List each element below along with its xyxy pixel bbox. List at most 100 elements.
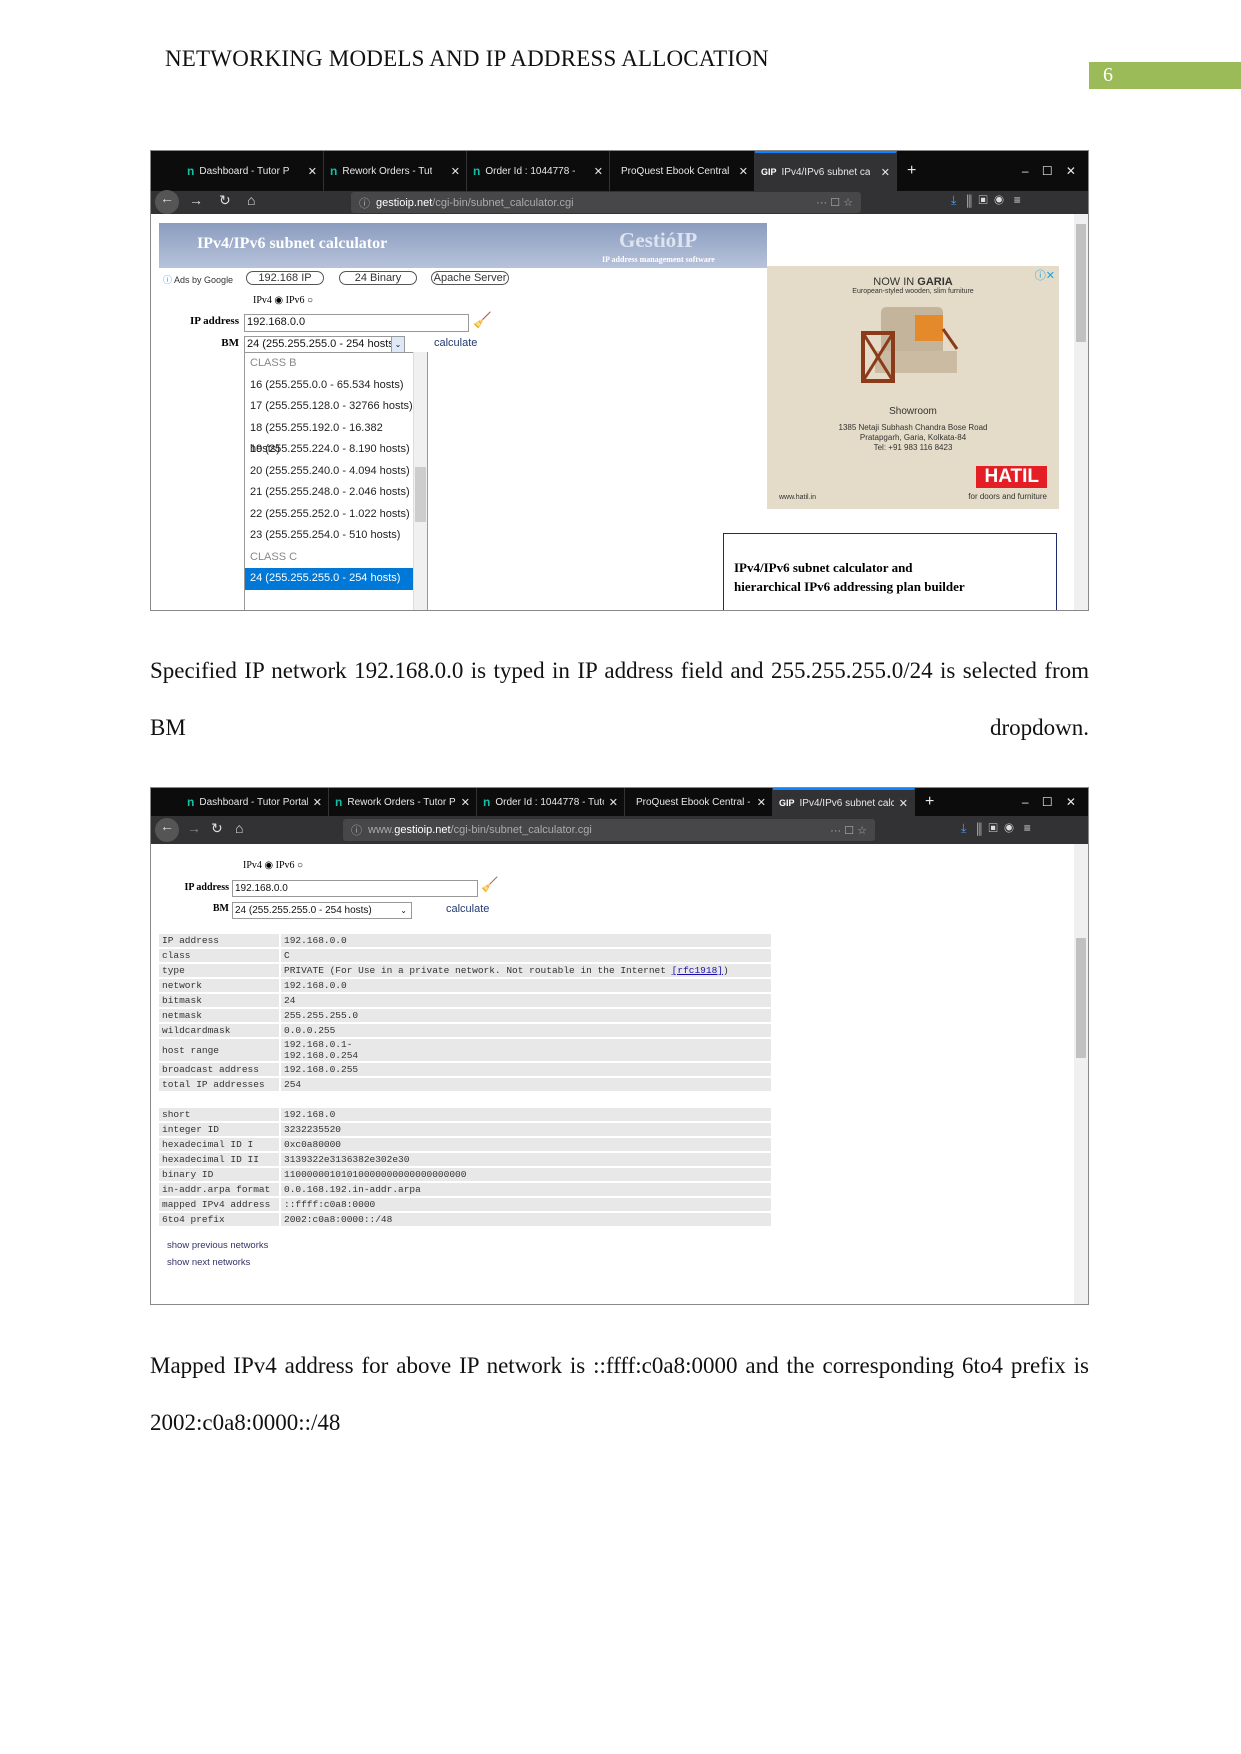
dropdown-option[interactable]: 17 (255.255.128.0 - 32766 hosts) xyxy=(245,396,414,418)
bm-select[interactable]: 24 (255.255.255.0 - 254 hosts) ⌄ xyxy=(244,336,405,353)
dropdown-option[interactable]: CLASS C xyxy=(245,547,414,569)
table-row: 6to4 prefix 2002:c0a8:0000::/48 xyxy=(159,1213,771,1226)
browser-tab[interactable]: n Dashboard - Tutor Portal ✕ xyxy=(181,788,329,816)
close-tab-icon[interactable]: ✕ xyxy=(609,796,618,809)
close-tab-icon[interactable]: ✕ xyxy=(451,165,460,178)
page-scrollbar[interactable] xyxy=(1074,214,1088,610)
forward-icon[interactable]: → xyxy=(189,192,203,208)
dropdown-option[interactable]: 18 (255.255.192.0 - 16.382 hosts) xyxy=(245,418,414,456)
ip-address-input[interactable]: 192.168.0.0 xyxy=(232,880,478,897)
toolbar-icons[interactable]: ⤓ ⫼ ▣ ◉ ≡ xyxy=(961,821,1031,836)
more-icon[interactable]: ··· ☐ ☆ xyxy=(830,824,867,837)
back-icon[interactable]: ← xyxy=(155,190,179,214)
advertisement[interactable]: ⓘ✕ NOW IN GARIA European-styled wooden, … xyxy=(767,266,1059,509)
reload-icon[interactable]: ↻ xyxy=(211,820,223,837)
table-row: type PRIVATE (For Use in a private networ… xyxy=(159,964,771,977)
tab-label: Order Id : 1044778 - xyxy=(485,165,576,177)
browser-tab[interactable]: n Order Id : 1044778 - Tuto ✕ xyxy=(477,788,625,816)
ip-version-radios: IPv4 ◉ IPv6 ○ xyxy=(253,295,314,306)
browser-tab[interactable]: n Rework Orders - Tut ✕ xyxy=(324,151,467,191)
tab-label: Rework Orders - Tut xyxy=(342,165,433,177)
tab-label: IPv4/IPv6 subnet calcul xyxy=(799,797,894,809)
ipv4-radio[interactable]: ◉ xyxy=(274,295,283,306)
home-icon[interactable]: ⌂ xyxy=(235,820,243,836)
new-tab-icon[interactable]: + xyxy=(907,162,916,180)
dropdown-option[interactable]: 20 (255.255.240.0 - 4.094 hosts) xyxy=(245,461,414,483)
new-tab-icon[interactable]: + xyxy=(925,793,934,811)
url-path: /cgi-bin/subnet_calculator.cgi xyxy=(432,196,574,209)
ad-link[interactable]: Apache Server xyxy=(431,271,509,285)
clear-broom-icon[interactable]: 🧹 xyxy=(473,311,492,330)
calculate-button[interactable]: calculate xyxy=(446,903,489,915)
table-row: hexadecimal ID II 3139322e3136382e302e30 xyxy=(159,1153,771,1166)
row-value: 192.168.0.0 xyxy=(281,934,771,947)
tab-label: Rework Orders - Tutor P xyxy=(347,796,456,808)
table-row: hexadecimal ID I 0xc0a80000 xyxy=(159,1138,771,1151)
browser-tab[interactable]: GIP IPv4/IPv6 subnet calcul ✕ xyxy=(773,788,915,816)
close-tab-icon[interactable]: ✕ xyxy=(757,796,766,809)
browser-tab[interactable]: n Rework Orders - Tutor P ✕ xyxy=(329,788,477,816)
page-scrollbar[interactable] xyxy=(1074,844,1088,1304)
table-row: total IP addresses 254 xyxy=(159,1078,771,1091)
show-next-networks-link[interactable]: show next networks xyxy=(167,1257,250,1268)
rfc1918-link[interactable]: [rfc1918] xyxy=(672,965,723,976)
ipv6-radio[interactable]: ○ xyxy=(307,295,313,306)
more-icon[interactable]: ··· ☐ ☆ xyxy=(816,196,853,209)
dropdown-option[interactable]: 19 (255.255.224.0 - 8.190 hosts) xyxy=(245,439,414,461)
ipv6-radio[interactable]: ○ xyxy=(297,860,303,871)
dropdown-option[interactable]: 21 (255.255.248.0 - 2.046 hosts) xyxy=(245,482,414,504)
dropdown-option[interactable]: CLASS B xyxy=(245,353,414,375)
close-tab-icon[interactable]: ✕ xyxy=(881,166,890,179)
toolbar-icons[interactable]: ⤓ ⫼ ▣ ◉ ≡ xyxy=(951,193,1021,208)
tab-bar: n Dashboard - Tutor P ✕ n Rework Orders - Tu… xyxy=(151,151,1088,191)
row-label: total IP addresses xyxy=(159,1078,281,1091)
home-icon[interactable]: ⌂ xyxy=(247,192,255,208)
table-row: network 192.168.0.0 xyxy=(159,979,771,992)
row-label: in-addr.arpa format xyxy=(159,1183,281,1196)
bm-select[interactable]: 24 (255.255.255.0 - 254 hosts) ⌄ xyxy=(232,902,412,919)
show-previous-networks-link[interactable]: show previous networks xyxy=(167,1240,268,1251)
close-tab-icon[interactable]: ✕ xyxy=(739,165,748,178)
close-tab-icon[interactable]: ✕ xyxy=(308,165,317,178)
ipv4-radio[interactable]: ◉ xyxy=(264,860,273,871)
browser-tab[interactable]: ProQuest Ebook Central ✕ xyxy=(610,151,755,191)
table-row: host range 192.168.0.1- 192.168.0.254 xyxy=(159,1039,771,1061)
dropdown-option[interactable]: 16 (255.255.0.0 - 65.534 hosts) xyxy=(245,375,414,397)
address-bar[interactable]: ⓘ www.gestioip.net/cgi-bin/subnet_calcula… xyxy=(343,819,875,841)
browser-tab[interactable]: n Dashboard - Tutor P ✕ xyxy=(181,151,324,191)
browser-tab[interactable]: GIP IPv4/IPv6 subnet ca ✕ xyxy=(755,151,897,191)
dropdown-option[interactable]: 24 (255.255.255.0 - 254 hosts) xyxy=(245,568,414,590)
close-tab-icon[interactable]: ✕ xyxy=(461,796,470,809)
url-path: /cgi-bin/subnet_calculator.cgi xyxy=(450,824,592,836)
ad-choices-icon[interactable]: ⓘ✕ xyxy=(1035,267,1055,283)
url-domain: gestioip.net xyxy=(376,196,433,209)
dropdown-option[interactable]: 22 (255.255.252.0 - 1.022 hosts) xyxy=(245,504,414,526)
bm-dropdown-list[interactable]: CLASS B 16 (255.255.0.0 - 65.534 hosts) 17… xyxy=(244,352,428,610)
address-bar[interactable]: ⓘ gestioip.net/cgi-bin/subnet_calculator.… xyxy=(351,192,861,213)
dropdown-scrollbar[interactable] xyxy=(413,352,427,610)
browser-tab[interactable]: ProQuest Ebook Central - Re ✕ xyxy=(625,788,773,816)
close-tab-icon[interactable]: ✕ xyxy=(594,165,603,178)
row-value: 2002:c0a8:0000::/48 xyxy=(281,1213,771,1226)
row-value: 11000000101010000000000000000000 xyxy=(281,1168,771,1181)
page-banner: IPv4/IPv6 subnet calculator GestióIP IP … xyxy=(159,223,767,268)
ad-link[interactable]: 24 Binary xyxy=(339,271,417,285)
page-number: 6 xyxy=(1089,62,1241,89)
browser-tab[interactable]: n Order Id : 1044778 - ✕ xyxy=(467,151,610,191)
paragraph-2: Mapped IPv4 address for above IP network… xyxy=(150,1353,1089,1435)
calculate-button[interactable]: calculate xyxy=(434,337,477,349)
ad-link[interactable]: 192.168 IP xyxy=(246,271,324,285)
tab-label: Order Id : 1044778 - Tuto xyxy=(495,796,604,808)
close-tab-icon[interactable]: ✕ xyxy=(313,796,322,809)
window-controls[interactable]: – ☐ ✕ xyxy=(1022,795,1076,809)
back-icon[interactable]: ← xyxy=(155,818,179,842)
row-value: 24 xyxy=(281,994,771,1007)
dropdown-option[interactable]: 23 (255.255.254.0 - 510 hosts) xyxy=(245,525,414,547)
reload-icon[interactable]: ↻ xyxy=(219,192,231,209)
window-controls[interactable]: – ☐ ✕ xyxy=(1022,164,1076,178)
forward-icon[interactable]: → xyxy=(187,820,201,836)
clear-broom-icon[interactable]: 🧹 xyxy=(481,877,498,894)
close-tab-icon[interactable]: ✕ xyxy=(899,797,908,810)
row-value: 192.168.0.0 xyxy=(281,979,771,992)
ip-address-input[interactable]: 192.168.0.0 xyxy=(244,314,469,332)
